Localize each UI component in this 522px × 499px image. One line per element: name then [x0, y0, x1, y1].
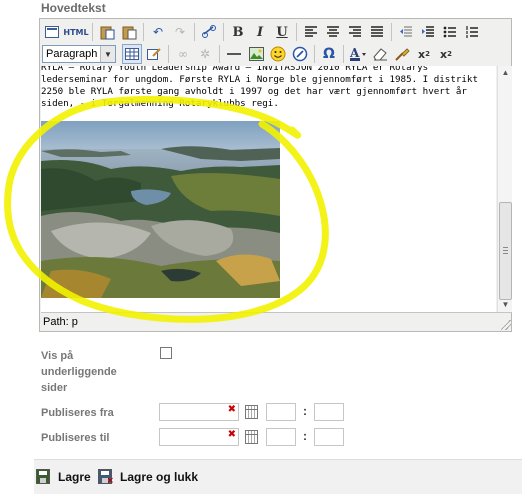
toolbar-row-1: HTML ↶ ↷ B I U [42, 21, 484, 43]
scroll-up-icon[interactable]: ▲ [498, 66, 513, 80]
chevron-down-icon: ▼ [100, 46, 115, 62]
scrollbar-thumb[interactable] [499, 202, 512, 300]
cleanup-icon[interactable] [392, 44, 412, 64]
toolbar-separator [219, 45, 220, 63]
eraser-icon[interactable] [370, 44, 390, 64]
link-icon[interactable] [199, 22, 219, 42]
table-icon[interactable] [122, 44, 142, 64]
editor-text[interactable]: RYLA – Rotary Youth Leadership Award – I… [41, 66, 496, 110]
publish-to-date-input[interactable]: ✖ [159, 428, 239, 446]
save-icon [36, 469, 50, 484]
toolbar-separator [92, 23, 93, 41]
calendar-icon[interactable] [245, 430, 258, 444]
clear-icon[interactable]: ✖ [228, 429, 236, 440]
resize-grip-icon[interactable] [501, 320, 511, 330]
save-button[interactable]: Lagre [36, 469, 91, 484]
time-separator: : [303, 404, 307, 418]
toolbar-separator [314, 45, 315, 63]
bold-icon[interactable]: B [228, 22, 248, 42]
justify-icon[interactable] [367, 22, 387, 42]
time-separator: : [303, 429, 307, 443]
toolbar-separator [143, 23, 144, 41]
toolbar-separator [391, 23, 392, 41]
text-color-icon[interactable]: A [348, 44, 368, 64]
publish-from-date-input[interactable]: ✖ [159, 403, 239, 421]
emoticon-icon[interactable] [268, 44, 288, 64]
publish-from-label: Publiseres fra [41, 407, 114, 419]
publish-to-minute-input[interactable] [314, 428, 344, 446]
rich-text-editor: HTML ↶ ↷ B I U Paragraph ▼ ∞ ✲ Ω A x 2 x… [39, 18, 512, 332]
horizontal-rule-icon[interactable] [224, 44, 244, 64]
action-bar: Lagre × Lagre og lukk [34, 459, 522, 494]
spellcheck-icon[interactable] [290, 44, 310, 64]
publish-to-hour-input[interactable] [266, 428, 296, 446]
outdent-icon[interactable] [396, 22, 416, 42]
paste-text-icon[interactable] [119, 22, 139, 42]
format-select-value: Paragraph [46, 48, 98, 60]
bullet-list-icon[interactable] [440, 22, 460, 42]
editor-content[interactable]: RYLA – Rotary Youth Leadership Award – I… [41, 66, 496, 312]
align-left-icon[interactable] [301, 22, 321, 42]
numbered-list-icon[interactable] [462, 22, 482, 42]
svg-text:A: A [349, 46, 360, 60]
toolbar-separator [223, 23, 224, 41]
indent-icon[interactable] [418, 22, 438, 42]
publish-from-hour-input[interactable] [266, 403, 296, 421]
toolbar-row-2: Paragraph ▼ ∞ ✲ Ω A x 2 x 2 [42, 43, 458, 65]
toolbar-separator [343, 45, 344, 63]
path-label: Path: p [43, 316, 78, 328]
editor-text-line: lederseminar for ungdom. Første RYLA i N… [41, 74, 478, 85]
clear-icon[interactable]: ✖ [228, 404, 236, 415]
image-icon[interactable] [246, 44, 266, 64]
calendar-icon[interactable] [245, 405, 258, 419]
save-close-label: Lagre og lukk [120, 469, 199, 484]
superscript-icon[interactable]: x2 [436, 44, 456, 64]
editor-text-line: siden, - i Torgalmenning Rotaryklubbs re… [41, 98, 279, 109]
source-icon[interactable] [42, 22, 62, 42]
save-close-icon: × [98, 469, 114, 486]
save-label: Lagre [58, 469, 91, 484]
special-char-icon[interactable]: Ω [319, 44, 339, 64]
landscape-image[interactable] [41, 121, 280, 298]
italic-icon[interactable]: I [250, 22, 270, 42]
redo-icon[interactable]: ↷ [170, 22, 190, 42]
edit-icon[interactable] [144, 44, 164, 64]
toolbar-separator [168, 45, 169, 63]
format-select[interactable]: Paragraph ▼ [42, 45, 116, 63]
visible-label: Vis på underliggende sider [41, 350, 117, 394]
editor-path-bar: Path: p [41, 312, 512, 331]
editor-scrollbar[interactable]: ▲ ▼ [497, 66, 512, 312]
unlink-icon[interactable]: ✲ [195, 44, 215, 64]
editor-text-line: RYLA – Rotary Youth Leadership Award – I… [41, 66, 429, 73]
publish-to-label: Publiseres til [41, 432, 110, 444]
editor-text-line: 2250 ble RYLA første gang avholdt i 1997… [41, 86, 467, 97]
html-icon[interactable]: HTML [63, 22, 88, 42]
underline-icon[interactable]: U [272, 22, 292, 42]
toolbar-separator [194, 23, 195, 41]
align-right-icon[interactable] [345, 22, 365, 42]
publish-from-minute-input[interactable] [314, 403, 344, 421]
save-close-button[interactable]: × Lagre og lukk [98, 469, 199, 486]
field-title: Hovedtekst [41, 1, 106, 15]
toolbar-separator [296, 23, 297, 41]
align-center-icon[interactable] [323, 22, 343, 42]
link-disabled-icon[interactable]: ∞ [173, 44, 193, 64]
scroll-down-icon[interactable]: ▼ [498, 298, 513, 312]
paste-word-icon[interactable] [97, 22, 117, 42]
undo-icon[interactable]: ↶ [148, 22, 168, 42]
subscript-icon[interactable]: x2 [414, 44, 434, 64]
visible-checkbox[interactable] [160, 347, 172, 359]
